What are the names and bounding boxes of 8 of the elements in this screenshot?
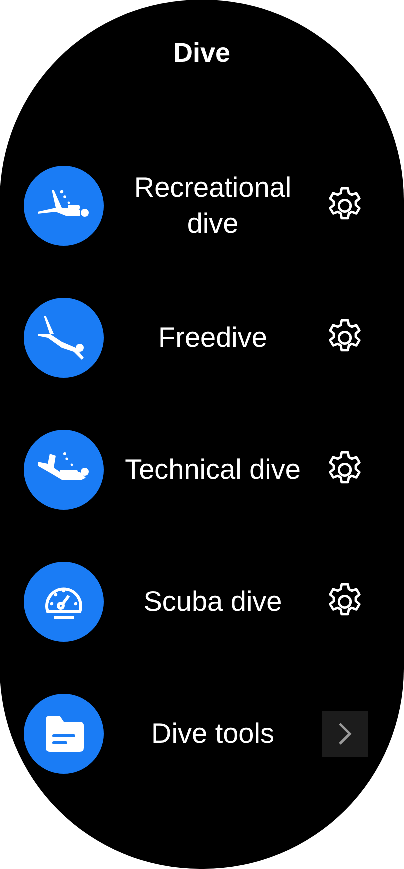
- menu-item[interactable]: Recreational dive: [104, 170, 322, 242]
- menu-item[interactable]: Scuba dive: [104, 584, 322, 620]
- menu-item[interactable]: Dive tools: [104, 716, 322, 752]
- chevron-icon: [337, 721, 353, 747]
- menu-item[interactable]: Freedive: [104, 320, 322, 356]
- menu-item[interactable]: Technical dive: [104, 452, 322, 488]
- screen-title: Dive: [172, 37, 232, 70]
- chevron-button[interactable]: [322, 711, 368, 757]
